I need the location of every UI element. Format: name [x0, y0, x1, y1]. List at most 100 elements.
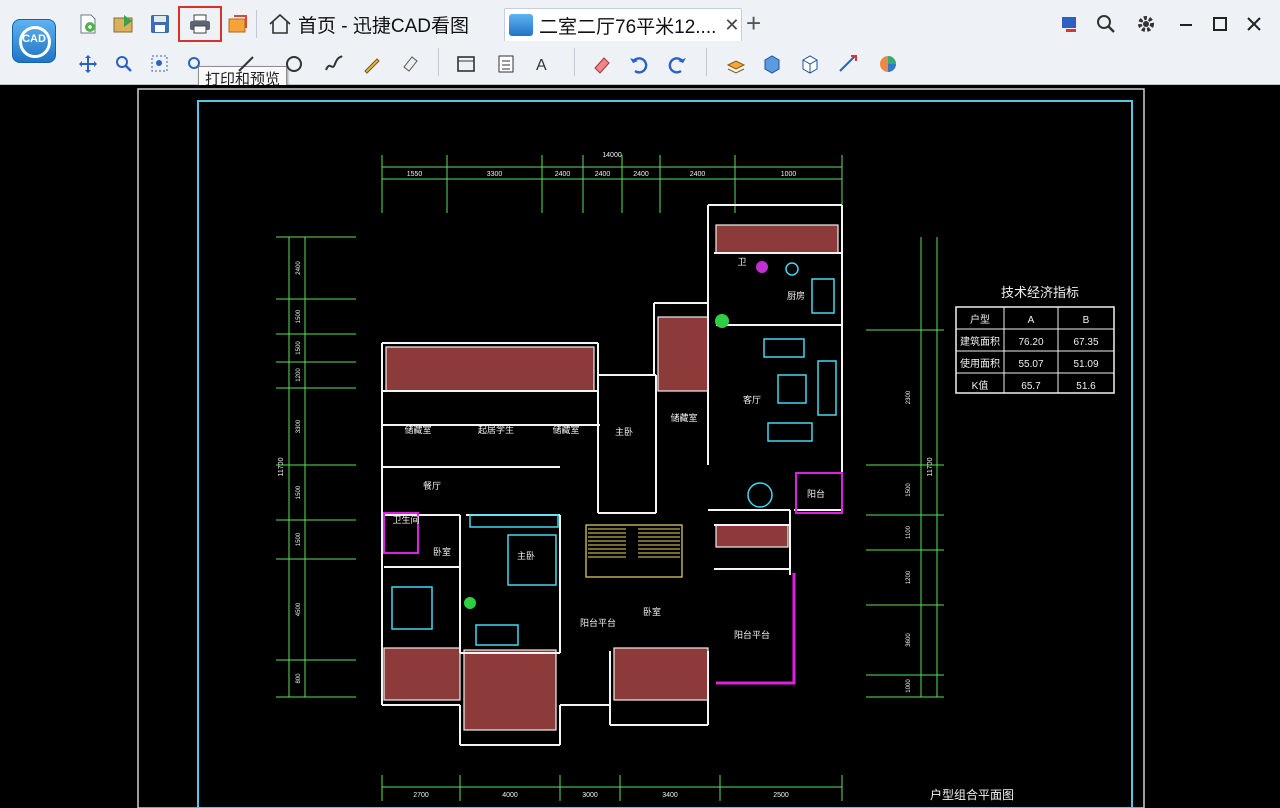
brick-balcony — [383, 647, 461, 701]
maximize-icon[interactable] — [1206, 10, 1234, 38]
pen-icon[interactable] — [358, 50, 386, 78]
dimension-text: 3000 — [582, 792, 598, 799]
table-header-cell: 户型 — [970, 313, 990, 326]
table-cell: 使用面积 — [960, 357, 1000, 370]
room-label: 客厅 — [743, 394, 761, 405]
sofa — [767, 422, 813, 442]
dimension-text: 3600 — [906, 633, 912, 647]
pan-icon[interactable] — [74, 50, 102, 78]
dimension-text: 11700 — [278, 457, 285, 476]
room-label: 主卧 — [517, 550, 535, 561]
color-wheel-icon[interactable] — [874, 50, 902, 78]
coffee-table — [777, 374, 807, 404]
brick-balcony — [715, 524, 789, 548]
dimension-text: 2400 — [296, 261, 302, 275]
room-label: 主卧 — [615, 426, 633, 437]
app-window: CAD 首页 - 迅捷CAD看图 二室二厅76平米12.... ✕ + 打印和预… — [0, 0, 1280, 808]
room-label: 起居学生 — [478, 424, 514, 435]
tab-document-label: 二室二厅76平米12.... — [539, 16, 717, 38]
dimension-text: 2400 — [595, 171, 611, 178]
room-label: 卧室 — [643, 606, 661, 617]
toolbar-separator — [574, 48, 575, 76]
frame-icon[interactable] — [452, 50, 480, 78]
dimension-text: 4500 — [296, 602, 302, 616]
floor-plan-drawing[interactable]: 14000 1550 3300 2400 2400 2400 2400 1000 2700 400… — [0, 85, 1280, 808]
dimension-text: 1500 — [296, 341, 302, 355]
table-cell: 65.7 — [1021, 381, 1041, 392]
dimension-text: 1200 — [906, 570, 912, 584]
room-label: 阳台 — [807, 488, 825, 499]
room-label: 卧室 — [433, 546, 451, 557]
dimension-text: 3300 — [487, 171, 503, 178]
dimension-text: 2400 — [555, 171, 571, 178]
text-icon[interactable]: A — [530, 50, 558, 78]
undo-icon[interactable] — [624, 50, 652, 78]
zoom-realtime-icon[interactable] — [182, 50, 210, 78]
close-icon[interactable] — [1240, 10, 1268, 38]
tab-document[interactable]: 二室二厅76平米12.... ✕ — [504, 8, 742, 41]
brick-balcony — [715, 224, 839, 254]
gear-icon[interactable] — [1132, 10, 1160, 38]
dimension-text: 2700 — [413, 792, 429, 799]
dimension-text: 11700 — [927, 457, 934, 476]
erase-icon[interactable] — [396, 50, 424, 78]
eraser-icon[interactable] — [588, 50, 616, 78]
open-file-icon[interactable] — [74, 10, 102, 38]
room-label: 厨房 — [787, 290, 805, 301]
circle-icon[interactable] — [280, 50, 308, 78]
table-header-cell: A — [1028, 315, 1035, 326]
save-icon[interactable] — [146, 10, 174, 38]
dimension-text: 4000 — [502, 792, 518, 799]
minimize-icon[interactable] — [1172, 10, 1200, 38]
dimension-text: 1100 — [906, 525, 912, 539]
drawing-border — [197, 100, 1133, 808]
measure-icon[interactable] — [834, 50, 862, 78]
plant — [715, 314, 729, 328]
close-tab-icon[interactable]: ✕ — [724, 15, 739, 36]
table-cell: 67.35 — [1073, 337, 1098, 348]
polyline-icon[interactable] — [320, 50, 348, 78]
app-logo[interactable]: CAD — [12, 19, 56, 63]
toilet — [785, 262, 799, 276]
monitor-icon[interactable] — [1056, 10, 1084, 38]
dimension-text: 1500 — [296, 309, 302, 323]
batch-print-icon[interactable] — [224, 10, 252, 38]
zoom-window-icon[interactable] — [110, 50, 138, 78]
3d-view-icon[interactable] — [796, 50, 824, 78]
room-label: 阳台平台 — [734, 629, 770, 640]
plant — [464, 597, 476, 609]
table-header-cell: B — [1083, 315, 1090, 326]
table-cell: 76.20 — [1018, 337, 1043, 348]
tab-home-label: 首页 - 迅捷CAD看图 — [298, 15, 470, 37]
table-cell: K值 — [972, 379, 989, 392]
dimension-text: 800 — [296, 673, 302, 684]
zoom-extents-icon[interactable] — [146, 50, 174, 78]
table-cell: 55.07 — [1018, 359, 1043, 370]
app-logo-text: CAD — [22, 33, 46, 45]
fixture — [756, 261, 768, 273]
3d-box-icon[interactable] — [758, 50, 786, 78]
drawing-canvas[interactable]: 14000 1550 3300 2400 2400 2400 2400 1000 2700 400… — [0, 85, 1280, 808]
layers-icon[interactable] — [722, 50, 750, 78]
print-icon[interactable] — [186, 10, 214, 38]
dimension-text: 3300 — [296, 419, 302, 433]
room-label: 储藏室 — [670, 412, 697, 423]
line-icon[interactable] — [232, 50, 260, 78]
dimension-text: 1200 — [296, 368, 302, 382]
dining-table — [747, 482, 773, 508]
search-zoom-icon[interactable] — [1092, 10, 1120, 38]
bathtub — [811, 278, 835, 314]
brick-balcony — [463, 649, 557, 731]
room-label: 卫生间 — [392, 514, 419, 525]
brick-balcony — [657, 316, 709, 392]
home-icon — [269, 13, 291, 34]
redo-icon[interactable] — [664, 50, 692, 78]
layer-list-icon[interactable] — [492, 50, 520, 78]
new-tab-button[interactable]: + — [746, 8, 761, 39]
export-icon[interactable] — [110, 10, 138, 38]
brick-balcony — [613, 647, 709, 701]
bed — [391, 586, 433, 630]
tab-home[interactable]: 首页 - 迅捷CAD看图 — [268, 8, 496, 40]
table-cell: 建筑面积 — [960, 335, 1000, 348]
room-label: 卫 — [737, 257, 746, 267]
